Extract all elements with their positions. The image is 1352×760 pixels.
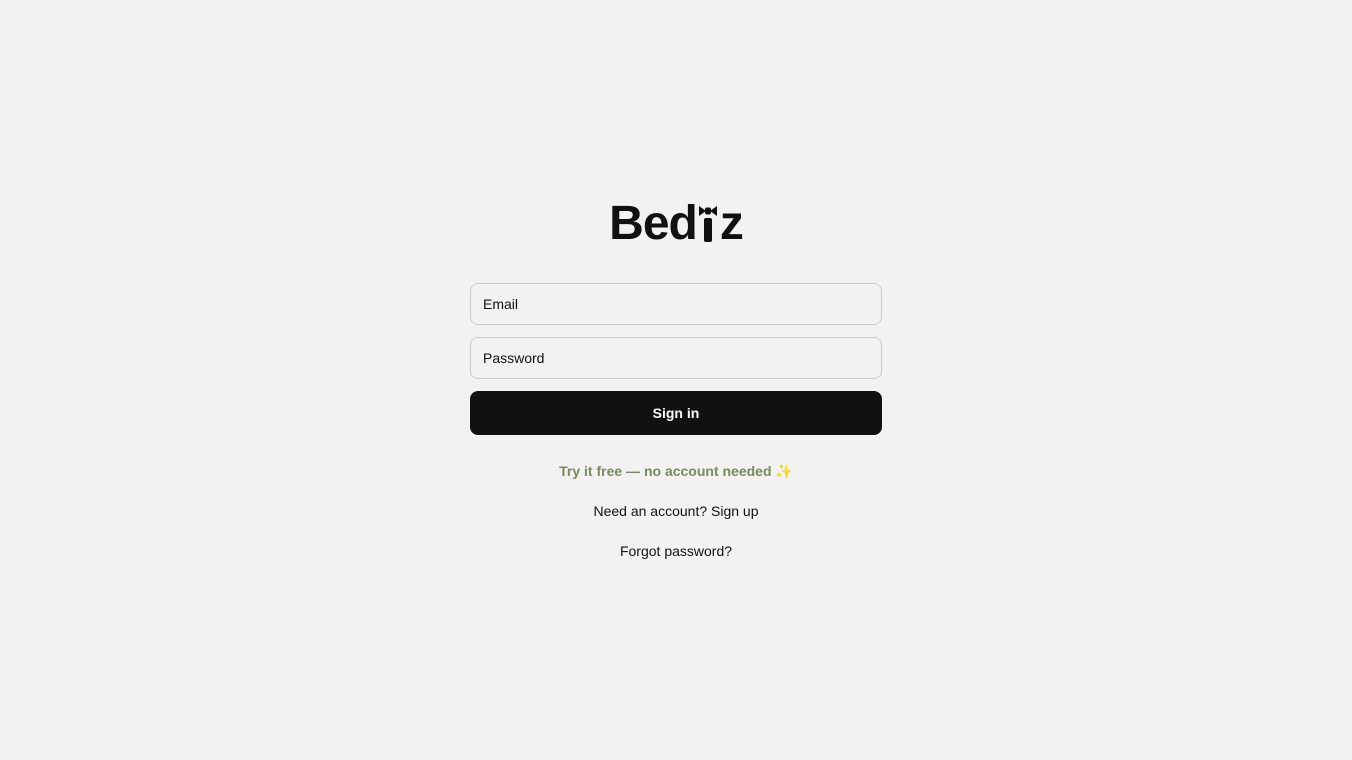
bowtie-i-icon — [697, 199, 719, 242]
password-field[interactable] — [470, 337, 882, 379]
logo-wordmark: Bed z — [609, 196, 744, 252]
forgot-password-link[interactable]: Forgot password? — [0, 541, 1352, 561]
try-free-link[interactable]: Try it free — no account needed ✨ — [0, 461, 1352, 481]
try-free-label: Try it free — no account needed — [559, 463, 772, 479]
logo-prefix: Bed — [609, 197, 698, 250]
sign-in-button[interactable]: Sign in — [470, 391, 882, 435]
email-field[interactable] — [470, 283, 882, 325]
sign-up-link[interactable]: Need an account? Sign up — [0, 501, 1352, 521]
login-page: Bed z Sign in Try it free — no account n… — [0, 0, 1352, 760]
logo: Bed z — [0, 196, 1352, 252]
logo-suffix: z — [719, 197, 744, 250]
sparkles-icon: ✨ — [775, 463, 793, 479]
